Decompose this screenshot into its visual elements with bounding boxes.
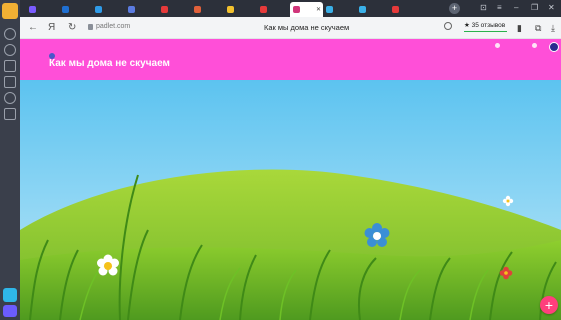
tab-favicon-icon [62,6,69,13]
extension-icon[interactable]: ⧉ [535,22,541,34]
tab-3[interactable] [92,2,125,17]
tab-8[interactable] [257,2,290,17]
tab-favicon-icon [194,6,201,13]
heart-icon[interactable] [495,43,500,48]
minimize-button[interactable]: – [514,2,518,14]
search-icon[interactable] [444,22,452,30]
reviews-underline [464,31,507,32]
tab-bar: ✕ + ⊡ ≡ – ❐ ✕ [20,0,561,17]
tab-5[interactable] [158,2,191,17]
tab-favicon-icon [359,6,366,13]
more-icon[interactable] [532,43,537,48]
tab-12[interactable] [389,2,422,17]
address-bar: ← Я ↻ padlet.com Как мы дома не скучаем … [20,17,561,39]
window-close-button[interactable]: ✕ [548,2,555,14]
tab-favicon-icon [95,6,102,13]
tab-6[interactable] [191,2,224,17]
tab-close-icon[interactable]: ✕ [316,6,321,13]
tab-7[interactable] [224,2,257,17]
padlet-wallpaper [20,80,561,320]
lock-icon [88,24,93,30]
tab-favicon-icon [326,6,333,13]
tab-2[interactable] [59,2,92,17]
back-button[interactable]: ← [28,21,38,35]
window-control-1[interactable]: ⊡ [480,2,487,14]
page-title: Как мы дома не скучаем [264,23,350,32]
clock-icon[interactable] [4,44,16,56]
user-avatar[interactable] [549,42,559,52]
tab-favicon-icon [227,6,234,13]
calendar-icon[interactable] [4,108,16,120]
tab-favicon-icon [29,6,36,13]
note-icon[interactable] [4,76,16,88]
download-icon[interactable]: ⤓ [551,22,555,34]
browser-logo[interactable] [2,3,18,19]
reviews-link[interactable]: ★ 35 отзывов [464,21,505,29]
tab-favicon-icon [128,6,135,13]
play-icon[interactable] [4,92,16,104]
tab-favicon-icon [293,6,300,13]
padlet-header: Как мы дома не скучаем [20,39,561,80]
star-icon[interactable] [4,60,16,72]
new-tab-button[interactable]: + [449,3,460,14]
browser-sidebar [0,0,20,320]
tab-10[interactable] [323,2,356,17]
tab-1[interactable] [26,2,59,17]
padlet-actions [495,43,537,48]
tab-favicon-icon [392,6,399,13]
add-post-button[interactable]: + [540,296,558,314]
tab-4[interactable] [125,2,158,17]
reload-button[interactable]: ↻ [68,21,76,35]
url-field[interactable]: padlet.com [96,23,130,30]
padlet-title: Как мы дома не скучаем [49,58,170,69]
bookmark-icon[interactable]: ▮ [517,22,522,34]
forward-button[interactable]: Я [48,21,55,35]
restore-button[interactable]: ❐ [531,2,538,14]
sidebar-app-icon[interactable] [3,288,17,302]
tab-11[interactable] [356,2,389,17]
menu-icon[interactable]: ≡ [497,2,502,14]
bell-icon[interactable] [4,28,16,40]
tab-9[interactable]: ✕ [290,2,323,17]
tab-favicon-icon [161,6,168,13]
browser-window: ✕ + ⊡ ≡ – ❐ ✕ ← Я ↻ padlet.com Как мы до… [0,0,561,320]
tab-favicon-icon [260,6,267,13]
sidebar-app-icon-2[interactable] [3,305,17,317]
